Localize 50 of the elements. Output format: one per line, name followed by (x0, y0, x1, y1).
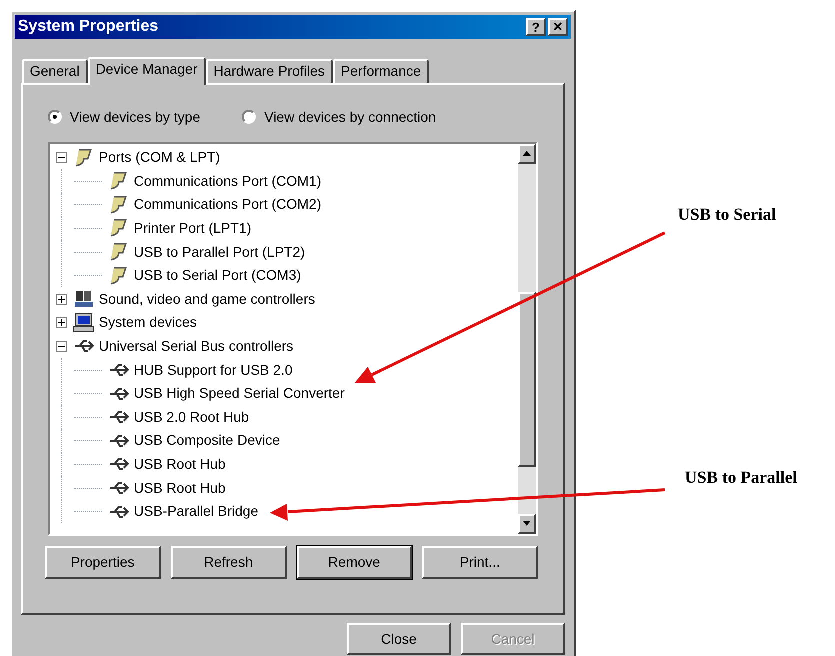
computer-icon (73, 312, 95, 333)
tree-item[interactable]: HUB Support for USB 2.0 (134, 360, 293, 381)
scrollbar[interactable] (518, 144, 536, 534)
annotation-label: USB to Serial (678, 204, 776, 226)
action-button[interactable]: Refresh (170, 546, 286, 579)
radio-button[interactable] (48, 110, 62, 124)
annotation-label: USB to Parallel (685, 467, 798, 489)
expand-toggle[interactable] (56, 317, 67, 328)
tree-item[interactable]: System devices (99, 312, 198, 334)
tree-item[interactable]: Printer Port (LPT1) (134, 218, 252, 239)
tree-item[interactable]: USB 2.0 Root Hub (134, 406, 250, 428)
collapse-toggle[interactable] (56, 152, 67, 164)
port-icon (108, 194, 130, 215)
tab[interactable]: Performance (333, 58, 430, 83)
tree-item[interactable]: Sound, video and game controllers (99, 288, 316, 310)
tab[interactable]: General (22, 58, 88, 83)
radio-label: View devices by connection (264, 108, 436, 127)
tree-item[interactable]: USB to Serial Port (COM3) (134, 265, 302, 286)
tab[interactable]: Device Manager (88, 56, 206, 85)
tree-item[interactable]: Communications Port (COM1) (134, 170, 322, 192)
down-arrow-icon (523, 521, 531, 526)
tree-item[interactable]: Ports (COM & LPT) (99, 147, 220, 168)
speaker-joystick-icon (73, 289, 95, 310)
radio-label: View devices by type (70, 108, 200, 127)
tree-item[interactable]: USB to Parallel Port (LPT2) (134, 242, 306, 263)
tree-item[interactable]: USB Root Hub (134, 478, 226, 498)
scrollbar-thumb[interactable] (518, 292, 536, 467)
port-icon (108, 171, 130, 192)
expand-toggle[interactable] (56, 294, 67, 305)
radio-button[interactable] (242, 110, 256, 124)
dialog-button[interactable]: Close (347, 623, 451, 655)
tree-item[interactable]: Communications Port (COM2) (134, 194, 322, 216)
port-icon (108, 218, 130, 238)
help-button[interactable]: ? (526, 18, 546, 36)
tree-item[interactable]: USB-Parallel Bridge (134, 501, 258, 522)
tree-item[interactable]: USB Root Hub (134, 454, 226, 475)
port-icon (108, 266, 130, 286)
tree-item[interactable]: Universal Serial Bus controllers (99, 336, 294, 357)
collapse-toggle[interactable] (56, 340, 67, 352)
tree-item[interactable]: USB High Speed Serial Converter (134, 383, 345, 404)
port-icon (108, 242, 130, 262)
action-button[interactable]: Print... (422, 546, 538, 579)
up-arrow-icon (523, 151, 531, 156)
port-icon (73, 148, 95, 168)
tree-item[interactable]: USB Composite Device (134, 430, 280, 452)
action-button[interactable]: Properties (45, 546, 161, 579)
action-button[interactable]: Remove (296, 546, 412, 579)
close-button[interactable]: × (548, 18, 568, 36)
tab[interactable]: Hardware Profiles (206, 58, 334, 83)
window-title: System Properties (18, 17, 160, 37)
